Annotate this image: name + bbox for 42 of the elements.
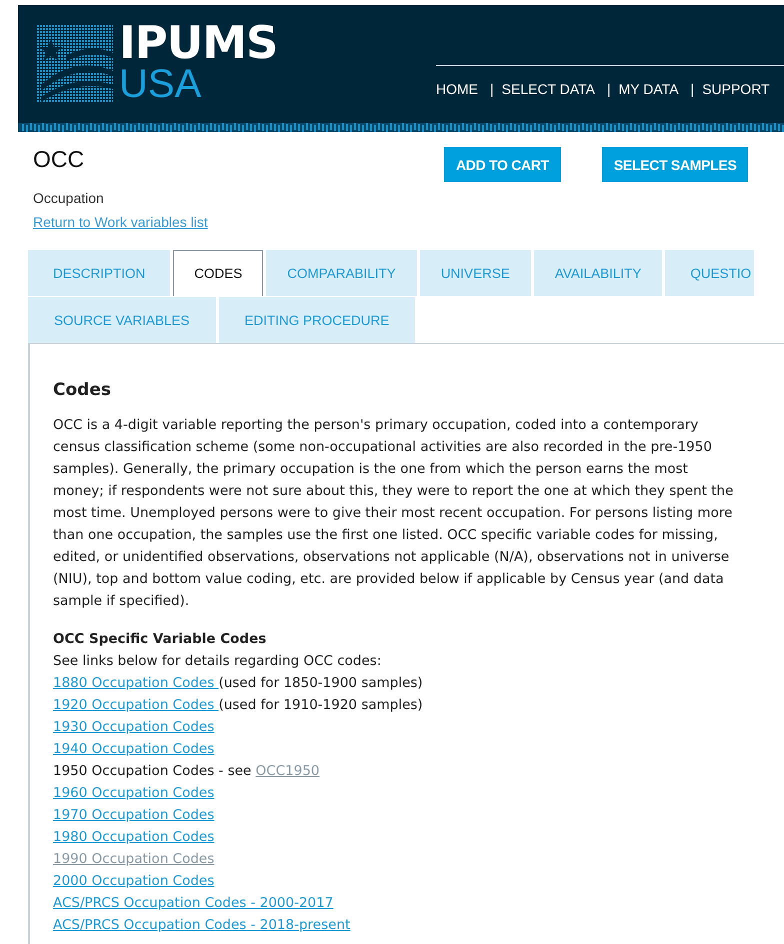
nav-link[interactable]: SELECT DATA <box>502 81 595 97</box>
nav-link[interactable]: MY DATA <box>618 81 679 97</box>
intro-text: See links below for details regarding OCC codes: <box>53 652 382 671</box>
code-note: (used for 1910-1920 samples) <box>218 697 423 713</box>
logo-subtitle: USA <box>119 65 202 103</box>
code-link[interactable]: OCC1950 <box>256 763 320 779</box>
variable-label: Occupation <box>33 190 104 206</box>
nav-separator: | <box>607 81 611 97</box>
nav-link[interactable]: HOME <box>436 81 478 97</box>
nav-separator: | <box>690 81 694 97</box>
code-link[interactable]: 1990 Occupation Codes <box>53 851 214 867</box>
return-link[interactable]: Return to Work variables list <box>33 214 208 230</box>
tab[interactable]: UNIVERSE <box>420 250 531 296</box>
code-link[interactable]: 1920 Occupation Codes <box>53 697 219 713</box>
tab[interactable]: AVAILABILITY <box>534 250 662 296</box>
flag-logo-icon <box>37 25 113 103</box>
code-link[interactable]: 1880 Occupation Codes <box>53 675 219 691</box>
code-link[interactable]: 1980 Occupation Codes <box>53 829 214 845</box>
nav-link[interactable]: SUPPORT <box>702 81 770 97</box>
code-link[interactable]: 1960 Occupation Codes <box>53 785 214 801</box>
tab[interactable]: DESCRIPTION <box>28 250 170 296</box>
tab[interactable]: CODES <box>173 250 264 296</box>
action-button[interactable]: SELECT SAMPLES <box>602 147 748 182</box>
logo-title: IPUMS <box>119 21 278 65</box>
code-link[interactable]: ACS/PRCS Occupation Codes - 2018-present <box>53 917 350 933</box>
code-link[interactable]: 1970 Occupation Codes <box>53 807 214 823</box>
code-link[interactable]: 2000 Occupation Codes <box>53 873 214 889</box>
code-link[interactable]: 1930 Occupation Codes <box>53 719 214 735</box>
tab[interactable]: SOURCE VARIABLES <box>28 297 216 343</box>
section-heading: Codes <box>53 380 112 400</box>
code-link[interactable]: ACS/PRCS Occupation Codes - 2000-2017 <box>53 895 334 911</box>
tab[interactable]: EDITING PROCEDURE <box>218 297 416 343</box>
code-note: (used for 1850-1900 samples) <box>218 675 423 691</box>
code-link[interactable]: 1940 Occupation Codes <box>53 741 214 757</box>
code-text: 1950 Occupation Codes - see <box>53 763 252 779</box>
tab[interactable]: QUESTIO <box>665 250 754 296</box>
nav-separator: | <box>490 81 494 97</box>
action-button[interactable]: ADD TO CART <box>444 147 561 182</box>
description-paragraph: OCC is a 4-digit variable reporting the person's primary occupation, coded into a contemporary census classification scheme (some non-occupational activities are also recorded in the pre-1950 samples). Generally, the primary occupation is the one from which the person earns the most money; if respondents were not sure about this, they were to report the one at which they spent the most time. Unemployed persons were to give their most recent occupation. For persons listing more than one occupation, the samples use the first one listed. OCC specific variable codes for missing, edited, or unidentified observations, observations not applicable (N/A), observations not in universe (NIU), top and bottom value coding, etc. are provided below if applicable by Census year (and data sample if specified). <box>53 416 734 611</box>
variable-name: OCC <box>33 146 84 173</box>
tab[interactable]: COMPARABILITY <box>266 250 417 296</box>
subheading: OCC Specific Variable Codes <box>53 630 268 649</box>
